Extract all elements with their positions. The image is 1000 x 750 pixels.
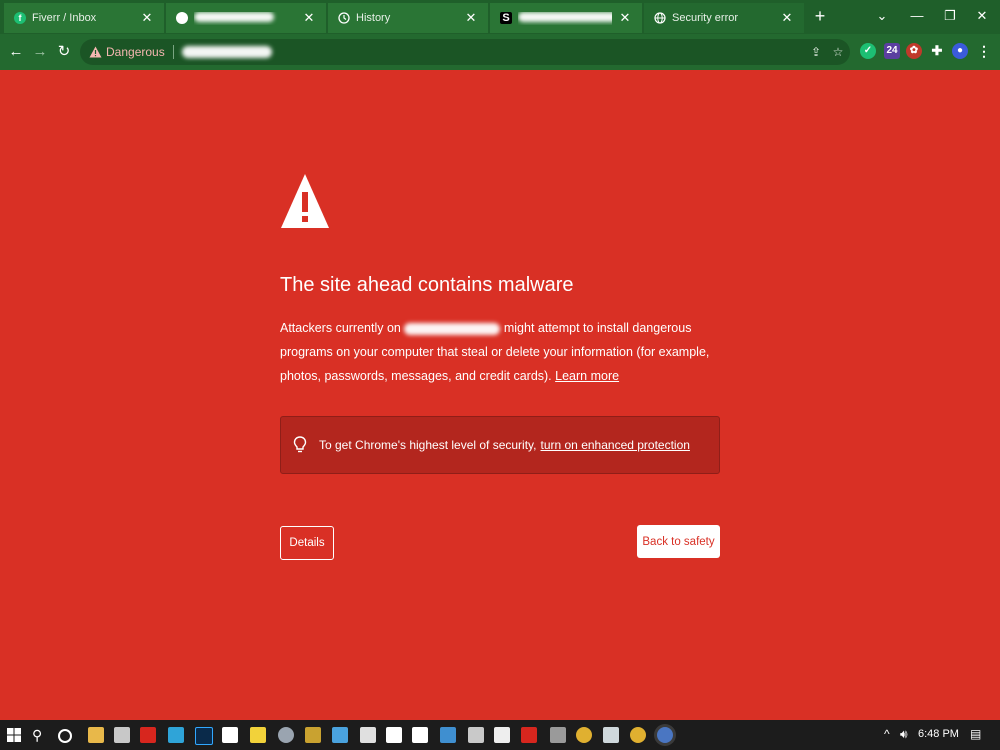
back-arrow-icon[interactable]: ← [6, 42, 26, 62]
warning-description: Attackers currently on might attempt to … [280, 316, 720, 388]
sticky-notes-icon[interactable] [250, 727, 266, 743]
tab-strip: f Fiverr / Inbox ✕ ✕ History ✕ S ✕ Secur… [0, 0, 1000, 34]
tray-chevron-icon[interactable]: ^ [884, 727, 890, 741]
address-bar[interactable]: Dangerous ⇪ ☆ [80, 39, 850, 65]
chrome-icon[interactable] [576, 727, 592, 743]
app-icon[interactable] [360, 727, 376, 743]
close-tab-icon[interactable]: ✕ [302, 10, 316, 26]
warning-triangle-icon [281, 174, 329, 228]
fiverr-icon: f [14, 12, 26, 24]
details-button[interactable]: Details [280, 526, 334, 560]
minimize-icon[interactable]: — [905, 6, 929, 26]
close-tab-icon[interactable]: ✕ [618, 10, 632, 26]
interstitial-page [0, 70, 1000, 720]
learn-more-link[interactable]: Learn more [555, 369, 619, 383]
tab-fiverr-inbox[interactable]: f Fiverr / Inbox ✕ [4, 3, 164, 33]
tab-title-redacted [518, 11, 612, 25]
windows-taskbar: ⚲ ^ 🔊︎ 6:48 PM ▤ [0, 720, 1000, 750]
app-icon[interactable] [278, 727, 294, 743]
toolbar: ← → ↻ Dangerous ⇪ ☆ ✓ 24 ✿ ✚ ● ⋮ [0, 34, 1000, 70]
close-tab-icon[interactable]: ✕ [140, 10, 154, 26]
tab-title: Fiverr / Inbox [32, 12, 97, 24]
extension-red-icon[interactable]: ✿ [906, 43, 922, 59]
back-to-safety-button[interactable]: Back to safety [637, 525, 720, 558]
document-icon[interactable] [386, 727, 402, 743]
enhanced-protection-box: To get Chrome's highest level of securit… [280, 416, 720, 474]
body-prefix: Attackers currently on [280, 321, 401, 335]
chrome-active-icon[interactable] [657, 727, 673, 743]
system-clock[interactable]: 6:48 PM [918, 728, 959, 740]
s-logo-icon: S [500, 12, 512, 24]
app-icon[interactable] [468, 727, 484, 743]
extension-purple-icon[interactable]: 24 [884, 43, 900, 59]
share-icon[interactable]: ⇪ [808, 44, 824, 60]
search-icon[interactable]: ⚲ [32, 727, 48, 743]
document-icon[interactable] [222, 727, 238, 743]
windows-start-icon[interactable] [6, 727, 22, 743]
omnibox-divider [172, 45, 174, 59]
calculator-icon[interactable] [114, 727, 130, 743]
tab-history[interactable]: History ✕ [328, 3, 488, 33]
tab-title: Security error [672, 12, 739, 24]
notification-icon[interactable]: ▤ [970, 727, 981, 741]
tab-search-chevron-icon[interactable]: ⌄ [870, 6, 894, 26]
tab-title-redacted [194, 11, 296, 25]
app-icon[interactable] [168, 727, 184, 743]
close-tab-icon[interactable]: ✕ [780, 10, 794, 26]
security-status-label[interactable]: Dangerous [106, 45, 165, 59]
url-redacted [181, 46, 272, 58]
file-explorer-icon[interactable] [88, 727, 104, 743]
document-icon[interactable] [412, 727, 428, 743]
volume-icon[interactable]: 🔊︎ [900, 727, 908, 742]
new-tab-icon[interactable]: + [810, 6, 830, 26]
enhanced-text: To get Chrome's highest level of securit… [319, 438, 537, 452]
window-close-icon[interactable]: ✕ [970, 6, 994, 26]
tab-blurred-site[interactable]: ✕ [166, 3, 326, 33]
page-title: The site ahead contains malware [280, 274, 574, 296]
app-icon[interactable] [603, 727, 619, 743]
filezilla-icon[interactable] [521, 727, 537, 743]
tab-security-error[interactable]: Security error ✕ [644, 3, 804, 33]
menu-kebab-icon[interactable]: ⋮ [976, 43, 992, 59]
enhanced-protection-link[interactable]: turn on enhanced protection [541, 438, 690, 452]
profile-avatar[interactable]: ● [952, 43, 968, 59]
extensions-puzzle-icon[interactable]: ✚ [929, 43, 945, 59]
cortana-icon[interactable] [58, 729, 72, 743]
tab-s-site[interactable]: S ✕ [490, 3, 642, 33]
bookmark-star-icon[interactable]: ☆ [830, 44, 846, 60]
extension-green-icon[interactable]: ✓ [860, 43, 876, 59]
tab-title: History [356, 12, 391, 24]
site-name-redacted [404, 322, 501, 335]
pen-tool-icon[interactable] [305, 727, 321, 743]
restore-icon[interactable]: ❐ [938, 6, 962, 26]
history-clock-icon [338, 12, 350, 24]
chrome-icon[interactable] [630, 727, 646, 743]
photoshop-icon[interactable] [195, 727, 213, 745]
blurred-site-icon [176, 12, 188, 24]
acrobat-icon[interactable] [140, 727, 156, 743]
app-icon[interactable] [550, 727, 566, 743]
forward-arrow-icon[interactable]: → [30, 42, 50, 62]
close-tab-icon[interactable]: ✕ [464, 10, 478, 26]
browser-chrome: f Fiverr / Inbox ✕ ✕ History ✕ S ✕ Secur… [0, 0, 1000, 70]
monitor-icon[interactable] [440, 727, 456, 743]
globe-icon [654, 12, 666, 24]
app-icon[interactable] [494, 727, 510, 743]
app-icon[interactable] [332, 727, 348, 743]
reload-icon[interactable]: ↻ [54, 42, 74, 62]
warning-triangle-icon[interactable] [88, 45, 102, 59]
lightbulb-icon [293, 436, 307, 453]
